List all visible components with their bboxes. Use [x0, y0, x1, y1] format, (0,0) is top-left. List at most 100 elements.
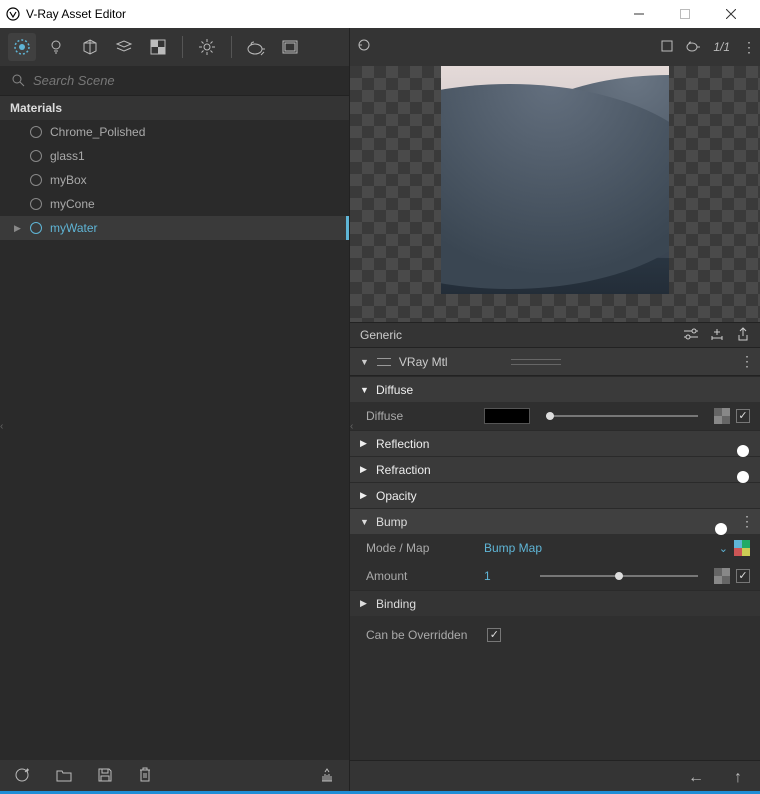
material-swatch-icon — [30, 198, 42, 210]
materials-list: Chrome_Polished glass1 myBox myCone ▶myW… — [0, 120, 349, 760]
param-value[interactable]: 1 — [484, 569, 524, 583]
textures-tab-icon[interactable] — [144, 33, 172, 61]
group-label: Refraction — [376, 463, 431, 477]
properties-body: ▼Diffuse Diffuse ▶Reflection ▶Refraction… — [350, 376, 760, 760]
material-item[interactable]: glass1 — [0, 144, 349, 168]
preview-toggle-icon[interactable] — [358, 38, 376, 57]
right-expander[interactable]: ‹ — [350, 411, 358, 441]
group-label: Opacity — [376, 489, 417, 503]
save-icon[interactable] — [98, 768, 112, 787]
layers-tab-icon[interactable] — [110, 33, 138, 61]
materials-tab-icon[interactable] — [8, 33, 36, 61]
overridden-label: Can be Overridden — [366, 628, 467, 642]
left-expander[interactable]: ‹ — [0, 411, 8, 441]
export-icon[interactable] — [736, 327, 750, 344]
search-icon — [12, 74, 25, 87]
framebuffer-tab-icon[interactable] — [276, 33, 304, 61]
preview-ratio[interactable]: 1/1 — [713, 40, 730, 54]
bump-menu-icon[interactable] — [740, 513, 750, 530]
chevron-down-icon[interactable]: ⌄ — [719, 542, 728, 555]
group-label: Reflection — [376, 437, 429, 451]
material-name: myWater — [50, 221, 98, 235]
up-icon[interactable]: ↑ — [734, 769, 742, 787]
maximize-button[interactable] — [662, 0, 708, 28]
left-toolbar — [0, 28, 349, 66]
settings-tab-icon[interactable] — [193, 33, 221, 61]
color-swatch[interactable] — [484, 408, 530, 424]
group-bump[interactable]: ▼Bump — [350, 508, 760, 534]
back-icon[interactable]: ← — [688, 769, 704, 787]
preview-render — [441, 66, 669, 294]
purge-icon[interactable] — [319, 767, 335, 787]
material-swatch-icon — [30, 126, 42, 138]
right-bottombar: ← ↑ — [350, 760, 760, 794]
add-layer-icon[interactable] — [710, 327, 724, 344]
param-value[interactable]: Bump Map — [484, 541, 542, 555]
geometry-tab-icon[interactable] — [76, 33, 104, 61]
material-type-row[interactable]: ▼ VRay Mtl — [350, 348, 760, 376]
window-title: V-Ray Asset Editor — [26, 7, 126, 21]
material-type-label: VRay Mtl — [399, 355, 448, 369]
preview-viewport[interactable] — [350, 66, 760, 322]
preview-header: 1/1 — [350, 28, 760, 66]
map-button[interactable] — [714, 408, 730, 424]
param-label: Diffuse — [366, 409, 476, 423]
collapse-caret-icon[interactable]: ▼ — [360, 357, 369, 367]
render-tab-icon[interactable] — [242, 33, 270, 61]
left-bottombar — [0, 760, 349, 794]
group-label: Bump — [376, 515, 407, 529]
param-label: Amount — [366, 569, 476, 583]
right-panel: ‹ 1/1 Generic — [350, 28, 760, 794]
preview-menu-icon[interactable] — [742, 39, 752, 56]
preview-box-icon[interactable] — [661, 40, 673, 55]
window-titlebar: V-Ray Asset Editor — [0, 0, 760, 28]
material-name: myBox — [50, 173, 87, 187]
group-label: Binding — [376, 597, 416, 611]
group-reflection[interactable]: ▶Reflection — [350, 430, 760, 456]
group-binding[interactable]: ▶Binding — [350, 590, 760, 616]
close-button[interactable] — [708, 0, 754, 28]
material-name: myCone — [50, 197, 95, 211]
map-enable-checkbox[interactable] — [736, 569, 750, 583]
map-button[interactable] — [734, 540, 750, 556]
group-label: Diffuse — [376, 383, 413, 397]
material-menu-icon[interactable] — [740, 353, 750, 370]
material-name: glass1 — [50, 149, 85, 163]
material-name: Chrome_Polished — [50, 125, 145, 139]
overridden-checkbox[interactable] — [487, 628, 501, 642]
param-bump-amount: Amount 1 — [350, 562, 760, 590]
map-button[interactable] — [714, 568, 730, 584]
material-swatch-icon — [30, 150, 42, 162]
material-swatch-icon — [30, 222, 42, 234]
material-item[interactable]: myCone — [0, 192, 349, 216]
param-bump-mode: Mode / Map Bump Map ⌄ — [350, 534, 760, 562]
left-panel: ‹ Materials Chrome_Polished glass1 myBox… — [0, 28, 350, 794]
drag-grip-icon[interactable] — [511, 359, 561, 365]
search-input[interactable] — [33, 73, 337, 88]
add-icon[interactable] — [14, 767, 30, 788]
properties-title: Generic — [360, 328, 402, 342]
sliders-icon[interactable] — [684, 328, 698, 343]
materials-header: Materials — [0, 96, 349, 120]
group-diffuse[interactable]: ▼Diffuse — [350, 376, 760, 402]
material-swatch-icon — [30, 174, 42, 186]
param-diffuse: Diffuse — [350, 402, 760, 430]
overridden-row: Can be Overridden — [350, 616, 760, 642]
search-bar[interactable] — [0, 66, 349, 96]
delete-icon[interactable] — [138, 767, 152, 787]
folder-icon[interactable] — [56, 768, 72, 787]
material-item[interactable]: myBox — [0, 168, 349, 192]
properties-header: Generic — [350, 322, 760, 348]
group-opacity[interactable]: ▶Opacity — [350, 482, 760, 508]
material-item[interactable]: Chrome_Polished — [0, 120, 349, 144]
amount-slider[interactable] — [540, 569, 698, 583]
minimize-button[interactable] — [616, 0, 662, 28]
param-label: Mode / Map — [366, 541, 476, 555]
app-icon — [6, 7, 20, 21]
material-item[interactable]: ▶myWater — [0, 216, 349, 240]
preview-teapot-icon[interactable] — [685, 40, 701, 55]
map-enable-checkbox[interactable] — [736, 409, 750, 423]
diffuse-slider[interactable] — [546, 409, 698, 423]
lights-tab-icon[interactable] — [42, 33, 70, 61]
group-refraction[interactable]: ▶Refraction — [350, 456, 760, 482]
